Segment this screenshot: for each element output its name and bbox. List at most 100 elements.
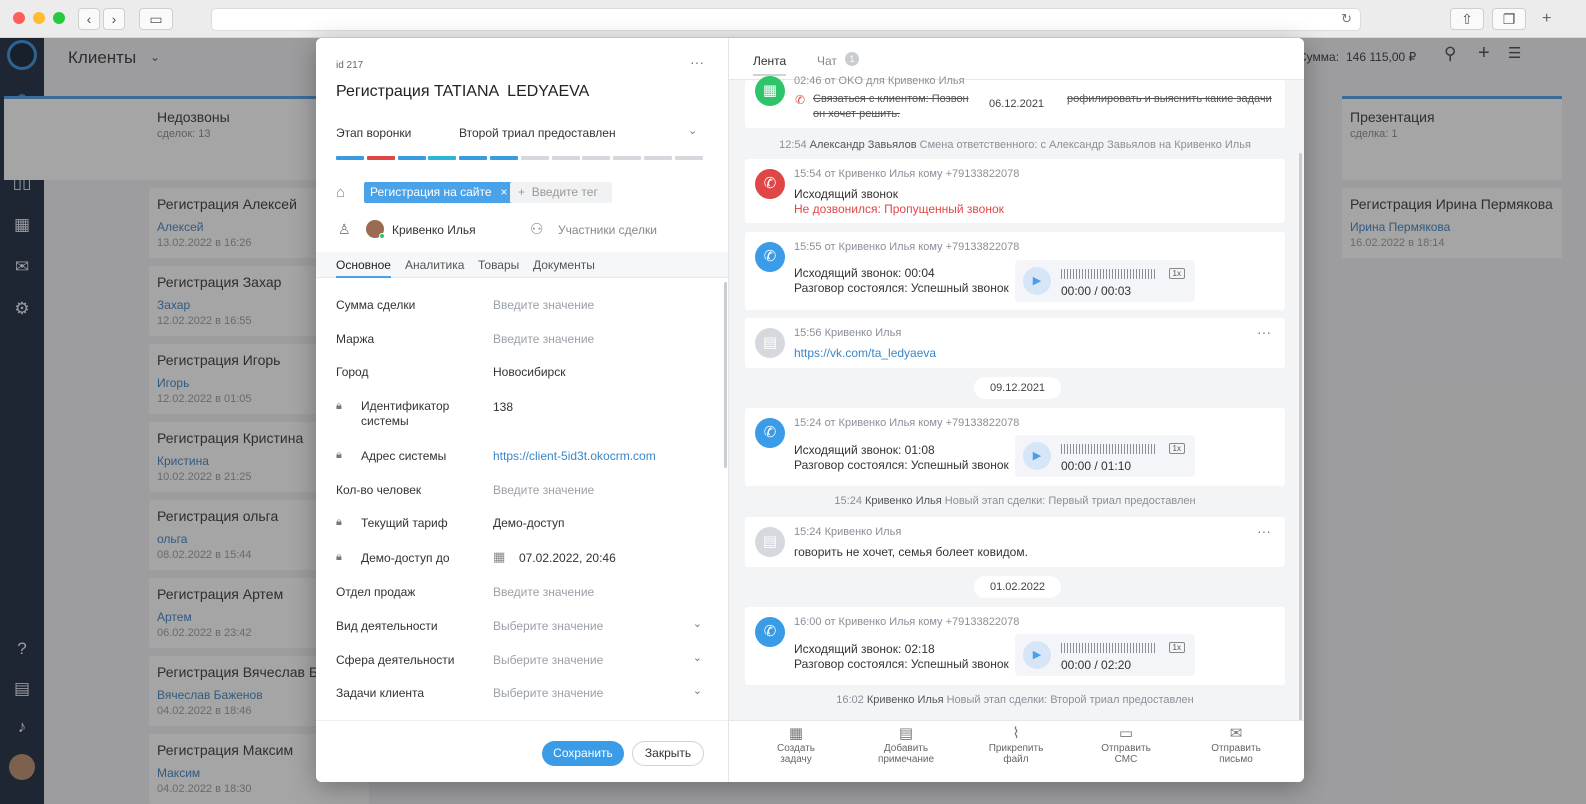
tab-analytics[interactable]: Аналитика bbox=[405, 258, 464, 272]
tabs-icon[interactable]: ❐ bbox=[1492, 8, 1526, 30]
calendar-icon: ▦ bbox=[493, 549, 506, 564]
field-value[interactable]: Введите значение bbox=[493, 483, 594, 497]
stage-segment[interactable] bbox=[674, 156, 703, 160]
lock-icon: 🔒︎ bbox=[336, 449, 342, 461]
tab-main[interactable]: Основное bbox=[336, 258, 391, 278]
save-button[interactable]: Сохранить bbox=[542, 741, 624, 766]
sidebar-toggle-icon[interactable]: ▭ bbox=[139, 8, 173, 30]
stage-segment[interactable] bbox=[336, 156, 364, 160]
stage-select[interactable]: Второй триал предоставлен bbox=[459, 126, 616, 140]
date-separator: 09.12.2021 bbox=[974, 377, 1062, 399]
stage-segment[interactable] bbox=[520, 156, 549, 160]
stage-segment[interactable] bbox=[644, 156, 672, 160]
field-demo-until[interactable]: 🔒︎ Демо-доступ до ▦ 07.02.2022, 20:46 bbox=[336, 545, 708, 573]
waveform[interactable] bbox=[1061, 269, 1157, 279]
create-task-button[interactable]: ▦ Создать задачу bbox=[751, 726, 841, 765]
tab-products[interactable]: Товары bbox=[478, 258, 519, 272]
playback-speed[interactable]: 1x bbox=[1168, 443, 1185, 454]
field-activity-sphere[interactable]: Сфера деятельности Выберите значение ⌄ bbox=[336, 647, 708, 675]
field-value[interactable]: Введите значение bbox=[493, 585, 594, 599]
play-icon[interactable]: ▶ bbox=[1023, 442, 1051, 470]
activity-pane: Лента Чат 1 ▦ 02:46 от OKO для Кривенко … bbox=[728, 38, 1304, 782]
deal-title[interactable]: Регистрация TATIANA LEDYAEVA bbox=[336, 83, 589, 101]
playback-speed[interactable]: 1x bbox=[1168, 642, 1185, 653]
field-current-plan[interactable]: 🔒︎ Текущий тариф Демо-доступ bbox=[336, 510, 708, 538]
stage-segment[interactable] bbox=[366, 156, 395, 160]
field-system-id[interactable]: 🔒︎ Идентификатор системы 138 bbox=[336, 394, 708, 430]
note-icon: ▤ bbox=[755, 328, 785, 358]
send-email-button[interactable]: ✉ Отправить письмо bbox=[1191, 726, 1281, 765]
field-value: Демо-доступ bbox=[493, 516, 565, 530]
scrollbar[interactable] bbox=[724, 282, 727, 468]
field-value[interactable]: Новосибирск bbox=[493, 365, 565, 379]
field-label: Текущий тариф bbox=[361, 516, 448, 530]
stage-segment[interactable] bbox=[490, 156, 518, 160]
call-status: Разговор состоялся: Успешный звонок bbox=[794, 281, 1009, 295]
waveform[interactable] bbox=[1061, 643, 1157, 653]
user-icon: ♙ bbox=[338, 221, 351, 237]
field-deal-sum[interactable]: Сумма сделки Введите значение bbox=[336, 292, 708, 320]
chevron-down-icon[interactable]: ⌄ bbox=[693, 617, 702, 630]
attach-file-button[interactable]: ⌇ Прикрепить файл bbox=[971, 726, 1061, 765]
field-value[interactable]: Введите значение bbox=[493, 298, 594, 312]
remove-tag-icon[interactable]: × bbox=[501, 182, 508, 203]
close-window-button[interactable] bbox=[13, 12, 25, 24]
stage-segment[interactable] bbox=[551, 156, 580, 160]
play-icon[interactable]: ▶ bbox=[1023, 641, 1051, 669]
playback-speed[interactable]: 1x bbox=[1168, 268, 1185, 279]
more-icon[interactable]: ··· bbox=[690, 54, 704, 70]
participants-button[interactable]: Участники сделки bbox=[558, 223, 657, 237]
stage-segment[interactable] bbox=[582, 156, 611, 160]
stage-segment[interactable] bbox=[428, 156, 457, 160]
field-select[interactable]: Выберите значение bbox=[493, 653, 603, 667]
stage-segment[interactable] bbox=[397, 156, 426, 160]
field-label: Сфера деятельности bbox=[336, 653, 455, 667]
zoom-window-button[interactable] bbox=[53, 12, 65, 24]
field-system-address[interactable]: 🔒︎ Адрес системы https://client-5id3t.okoc… bbox=[336, 443, 708, 471]
responsible-user[interactable]: Кривенко Илья bbox=[392, 223, 476, 237]
chevron-down-icon[interactable]: ⌄ bbox=[693, 684, 702, 697]
forward-icon[interactable]: › bbox=[103, 8, 125, 30]
waveform[interactable] bbox=[1061, 444, 1157, 454]
field-client-tasks[interactable]: Задачи клиента Выберите значение ⌄ bbox=[336, 680, 708, 708]
note-link[interactable]: https://vk.com/ta_ledyaeva bbox=[794, 346, 936, 360]
add-tag-icon: + bbox=[518, 185, 532, 199]
stage-segment[interactable] bbox=[613, 156, 642, 160]
system-address-link[interactable]: https://client-5id3t.okocrm.com bbox=[493, 449, 656, 463]
play-icon[interactable]: ▶ bbox=[1023, 267, 1051, 295]
field-select[interactable]: Выберите значение bbox=[493, 619, 603, 633]
scrollbar[interactable] bbox=[1299, 153, 1302, 723]
tab-feed[interactable]: Лента bbox=[753, 54, 787, 76]
add-note-button[interactable]: ▤ Добавить примечание bbox=[861, 726, 951, 765]
field-value[interactable]: Введите значение bbox=[493, 332, 594, 346]
minimize-window-button[interactable] bbox=[33, 12, 45, 24]
close-button[interactable]: Закрыть bbox=[632, 741, 704, 766]
chevron-down-icon[interactable]: ⌄ bbox=[688, 124, 697, 137]
field-city[interactable]: Город Новосибирск bbox=[336, 359, 708, 387]
field-label: Сумма сделки bbox=[336, 298, 416, 312]
send-sms-button[interactable]: ▭ Отправить СМС bbox=[1081, 726, 1171, 765]
tab-chat[interactable]: Чат bbox=[817, 54, 837, 68]
reload-icon[interactable]: ↻ bbox=[1341, 11, 1352, 27]
share-icon[interactable]: ⇧ bbox=[1450, 8, 1484, 30]
tag-input[interactable]: + Введите тег bbox=[510, 182, 612, 203]
entry-meta: 16:00 от Кривенко Илья кому +79133822078 bbox=[794, 616, 1020, 628]
address-bar[interactable]: ↻ bbox=[211, 8, 1361, 31]
field-margin[interactable]: Маржа Введите значение bbox=[336, 326, 708, 354]
task-text: Связаться с клиентом: Позвон bbox=[813, 93, 969, 105]
task-text: рофилировать и выяснить какие задачи bbox=[1067, 93, 1272, 105]
chevron-down-icon[interactable]: ⌄ bbox=[693, 651, 702, 664]
call-type: Исходящий звонок bbox=[794, 187, 898, 201]
more-icon[interactable]: ··· bbox=[1257, 523, 1271, 539]
tag-chip[interactable]: Регистрация на сайте × bbox=[364, 182, 514, 203]
new-tab-icon[interactable]: + bbox=[1542, 10, 1551, 28]
tab-documents[interactable]: Документы bbox=[533, 258, 595, 272]
field-sales-dept[interactable]: Отдел продаж Введите значение bbox=[336, 579, 708, 607]
field-select[interactable]: Выберите значение bbox=[493, 686, 603, 700]
field-people-count[interactable]: Кол-во человек Введите значение bbox=[336, 477, 708, 505]
more-icon[interactable]: ··· bbox=[1257, 324, 1271, 340]
playback-time: 00:00 / 00:03 bbox=[1061, 284, 1132, 298]
field-activity-type[interactable]: Вид деятельности Выберите значение ⌄ bbox=[336, 613, 708, 641]
stage-segment[interactable] bbox=[459, 156, 488, 160]
back-icon[interactable]: ‹ bbox=[78, 8, 100, 30]
